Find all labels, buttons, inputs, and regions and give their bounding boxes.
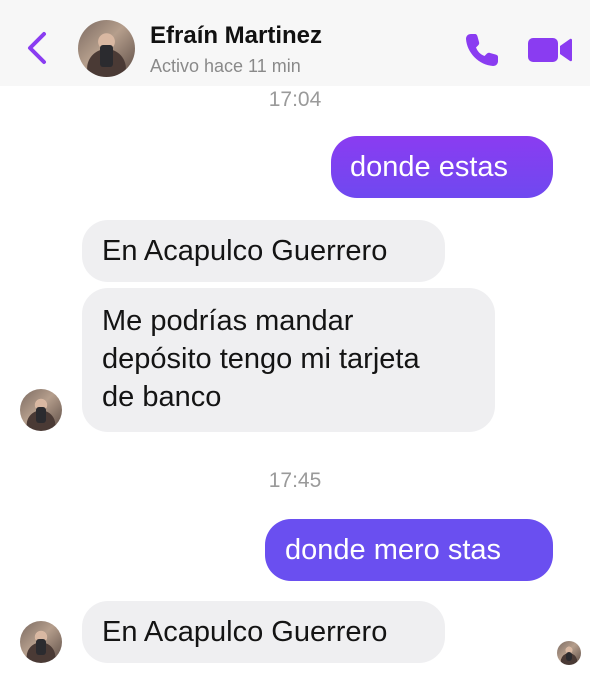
sender-avatar[interactable]: [20, 621, 62, 663]
message-line: de banco: [102, 381, 222, 413]
message-line: depósito tengo mi tarjeta: [102, 343, 420, 375]
timestamp: 17:04: [268, 88, 322, 111]
phone-icon[interactable]: [462, 30, 502, 70]
message-text: En Acapulco Guerrero: [102, 235, 388, 267]
contact-name[interactable]: Efraín Martinez: [150, 22, 322, 50]
timestamp: 17:45: [268, 469, 322, 492]
chevron-left-icon[interactable]: [22, 28, 52, 68]
message-line: Me podrías mandar: [102, 305, 354, 337]
video-camera-icon[interactable]: [526, 34, 574, 66]
incoming-message[interactable]: Me podrías mandar depósito tengo mi tarj…: [82, 288, 495, 432]
active-status: Activo hace 11 min: [150, 56, 301, 76]
incoming-message[interactable]: En Acapulco Guerrero: [82, 220, 445, 282]
outgoing-message[interactable]: donde mero stas: [265, 519, 553, 581]
outgoing-message[interactable]: donde estas: [331, 136, 553, 198]
incoming-message[interactable]: En Acapulco Guerrero: [82, 601, 445, 663]
conversation-header: Efraín Martinez Activo hace 11 min: [0, 0, 590, 86]
message-text: donde estas: [350, 151, 509, 183]
message-text: Me podrías mandar depósito tengo mi tarj…: [102, 302, 420, 416]
message-text: donde mero stas: [285, 534, 502, 566]
sender-avatar[interactable]: [20, 389, 62, 431]
contact-avatar[interactable]: [78, 20, 135, 77]
message-text: En Acapulco Guerrero: [102, 616, 388, 648]
read-receipt-avatar: [557, 641, 581, 665]
